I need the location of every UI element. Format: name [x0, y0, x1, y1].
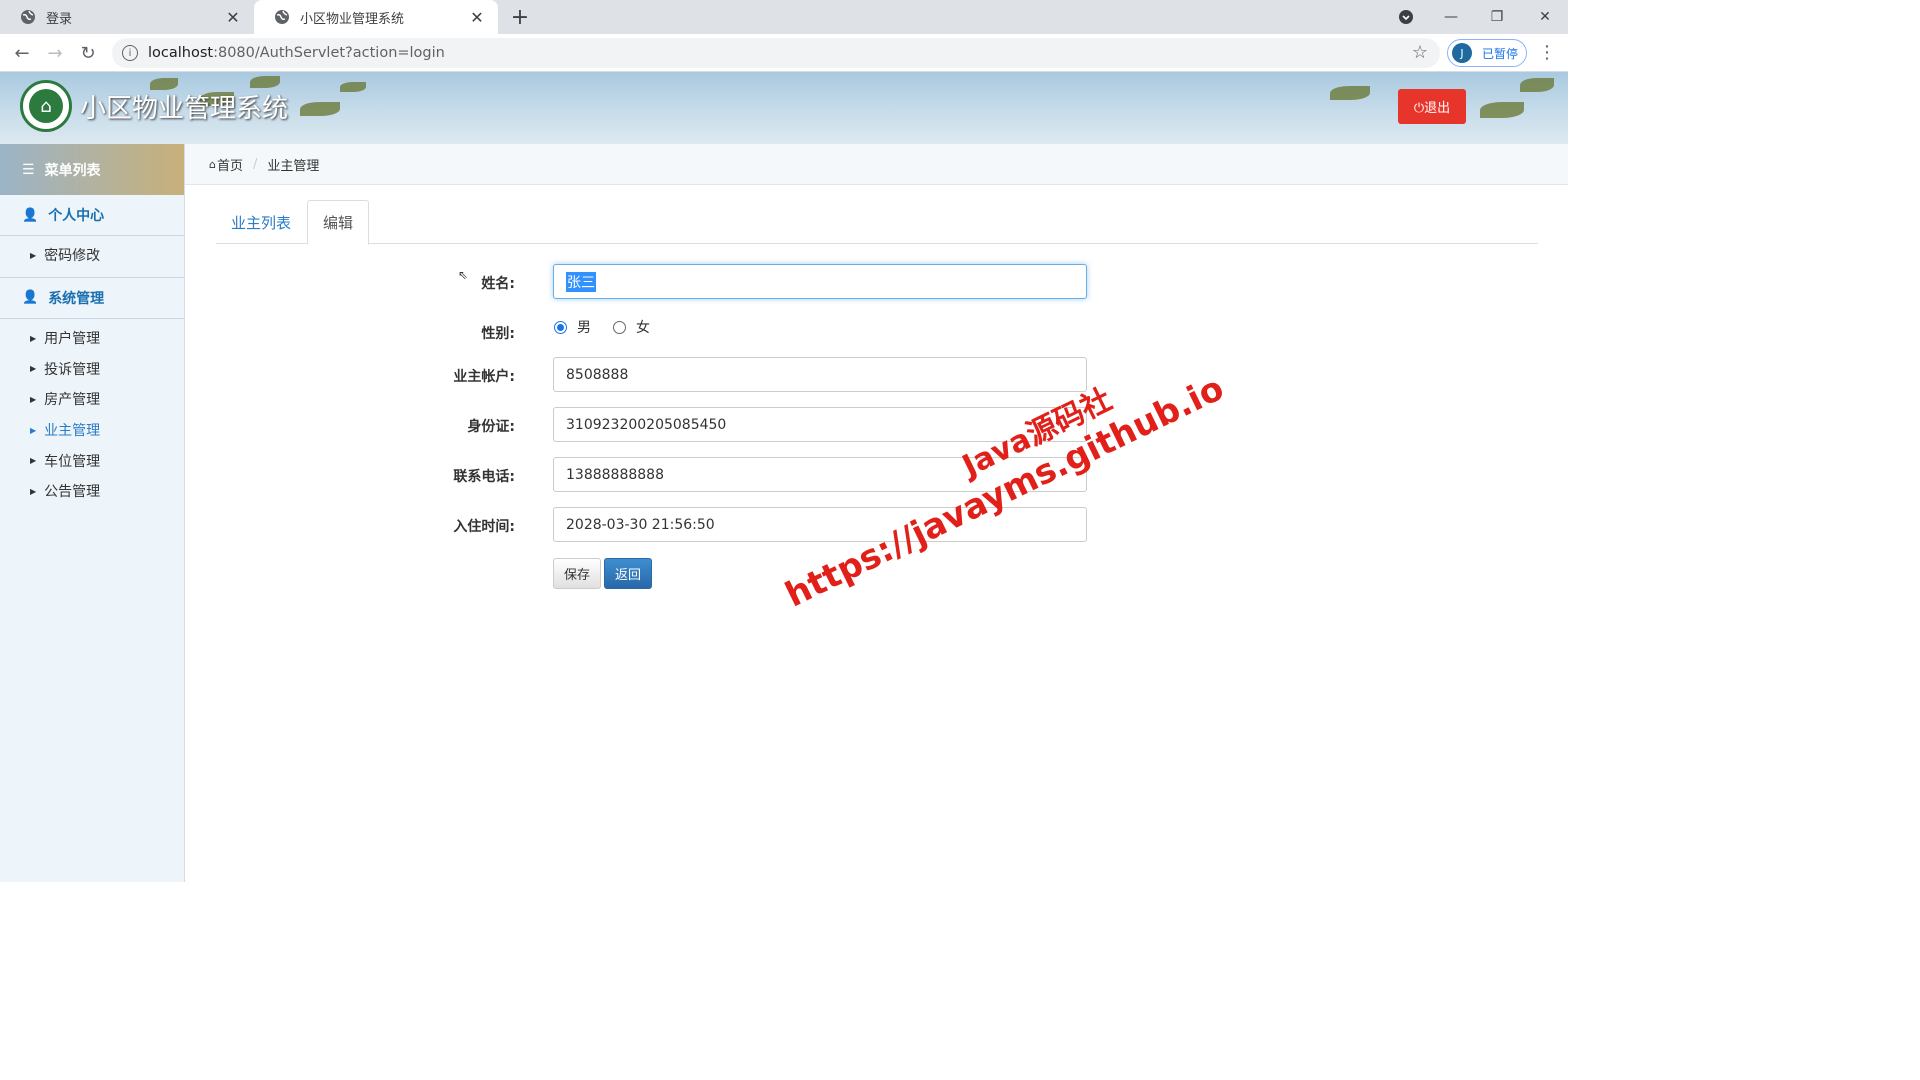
name-field[interactable]: 张三: [553, 264, 1087, 299]
leaf-decoration: [1480, 102, 1524, 118]
profile-status: 已暂停: [1482, 46, 1519, 61]
sidebar-item-complaints[interactable]: ▶ 投诉管理: [0, 353, 184, 384]
sidebar-item-notices[interactable]: ▶ 公告管理: [0, 476, 184, 507]
tab-edit[interactable]: 编辑: [307, 200, 369, 245]
user-icon: 👤: [22, 207, 39, 223]
info-icon[interactable]: i: [122, 45, 138, 61]
gender-female-label: 女: [636, 320, 650, 336]
sidebar-item-users[interactable]: ▶ 用户管理: [0, 323, 184, 354]
sidebar-section-system[interactable]: 👤 系统管理: [0, 278, 184, 319]
caret-right-icon: ▶: [30, 486, 37, 496]
gender-male-option[interactable]: 男: [554, 317, 591, 337]
leaf-decoration: [250, 76, 280, 88]
window-close-icon[interactable]: ✕: [1522, 0, 1568, 34]
radio-male[interactable]: [554, 320, 567, 334]
browser-tab-main[interactable]: 小区物业管理系统 ✕: [254, 0, 498, 34]
caret-right-icon: ▶: [30, 456, 37, 466]
sidebar: ☰ 菜单列表 👤 个人中心 ▶ 密码修改 👤 系统管理 ▶ 用户管理 ▶ 投诉管理 ▶…: [0, 144, 185, 882]
caret-right-icon: ▶: [30, 333, 37, 343]
globe-icon: [21, 10, 35, 24]
breadcrumb-home[interactable]: 首页: [217, 155, 243, 174]
list-icon: ☰: [22, 161, 35, 178]
sidebar-item-parking[interactable]: ▶ 车位管理: [0, 445, 184, 476]
gender-male-label: 男: [577, 320, 591, 336]
browser-tab-login[interactable]: 登录 ✕: [0, 0, 254, 34]
bookmark-star-icon[interactable]: ☆: [1412, 42, 1428, 63]
leaf-decoration: [1330, 86, 1370, 100]
sidebar-item-property[interactable]: ▶ 房产管理: [0, 384, 184, 415]
checkin-label: 入住时间:: [453, 519, 515, 535]
breadcrumb-current: 业主管理: [267, 158, 320, 174]
gender-label: 性别:: [481, 326, 515, 342]
sidebar-section-items: ▶ 密码修改: [0, 236, 184, 278]
site-logo: ⌂: [20, 80, 72, 132]
caret-right-icon: ▶: [30, 364, 37, 374]
leaf-decoration: [1520, 78, 1554, 92]
close-icon[interactable]: ✕: [224, 8, 242, 27]
tab-title: 小区物业管理系统: [300, 11, 405, 27]
leaf-decoration: [300, 102, 340, 116]
restore-icon[interactable]: ❐: [1474, 0, 1520, 34]
sidebar-section-personal[interactable]: 👤 个人中心: [0, 195, 184, 236]
caret-right-icon: ▶: [30, 250, 37, 260]
forward-arrow-icon[interactable]: →: [42, 40, 68, 66]
site-title: 小区物业管理系统: [80, 94, 289, 124]
avatar: J: [1452, 43, 1472, 63]
breadcrumb: ⌂ 首页 / 业主管理: [185, 144, 1568, 185]
browser-toolbar: ← → ↻ i localhost:8080/AuthServlet?actio…: [0, 34, 1568, 72]
close-icon[interactable]: ✕: [468, 8, 486, 27]
browser-tab-strip: 登录 ✕ 小区物业管理系统 ✕ + — ❐ ✕: [0, 0, 1568, 34]
reload-icon[interactable]: ↻: [75, 40, 101, 66]
sidebar-item-password[interactable]: ▶ 密码修改: [0, 240, 184, 271]
sidebar-menu-header: ☰ 菜单列表: [0, 144, 184, 195]
url-text: localhost:8080/AuthServlet?action=login: [148, 45, 445, 61]
back-button[interactable]: 返回: [604, 558, 652, 589]
gender-female-option[interactable]: 女: [613, 317, 650, 337]
tab-title: 登录: [46, 11, 73, 27]
home-icon: ⌂: [209, 157, 216, 171]
kebab-menu-icon[interactable]: ⋮: [1538, 42, 1556, 63]
tab-owner-list[interactable]: 业主列表: [216, 200, 306, 244]
profile-button[interactable]: J 已暂停: [1447, 39, 1527, 67]
app-header-banner: ⌂ 小区物业管理系统 ⏻退出: [0, 72, 1568, 144]
account-field[interactable]: 8508888: [553, 357, 1087, 392]
account-label: 业主帐户:: [453, 369, 515, 385]
breadcrumb-separator: /: [253, 156, 258, 172]
content-tabs: 业主列表 编辑: [216, 200, 1538, 245]
tab-search-icon[interactable]: [1383, 0, 1429, 34]
minimize-icon[interactable]: —: [1428, 0, 1474, 34]
sidebar-item-owners[interactable]: ▶ 业主管理: [0, 415, 184, 446]
logout-button[interactable]: ⏻退出: [1398, 89, 1466, 124]
address-bar[interactable]: i localhost:8080/AuthServlet?action=logi…: [112, 38, 1440, 68]
radio-female[interactable]: [613, 320, 626, 334]
globe-icon: [275, 10, 289, 24]
name-label: 姓名:: [481, 276, 515, 292]
save-button[interactable]: 保存: [553, 558, 601, 589]
name-value: 张三: [566, 271, 596, 292]
back-arrow-icon[interactable]: ←: [9, 40, 35, 66]
leaf-decoration: [340, 82, 366, 92]
idcard-label: 身份证:: [467, 419, 515, 435]
user-icon: 👤: [22, 290, 39, 306]
new-tab-icon[interactable]: +: [508, 4, 532, 30]
sidebar-section-items: ▶ 用户管理 ▶ 投诉管理 ▶ 房产管理 ▶ 业主管理 ▶ 车位管理 ▶ 公告管理: [0, 319, 184, 513]
caret-right-icon: ▶: [30, 394, 37, 404]
caret-right-icon: ▶: [30, 425, 37, 435]
phone-label: 联系电话:: [453, 469, 515, 485]
